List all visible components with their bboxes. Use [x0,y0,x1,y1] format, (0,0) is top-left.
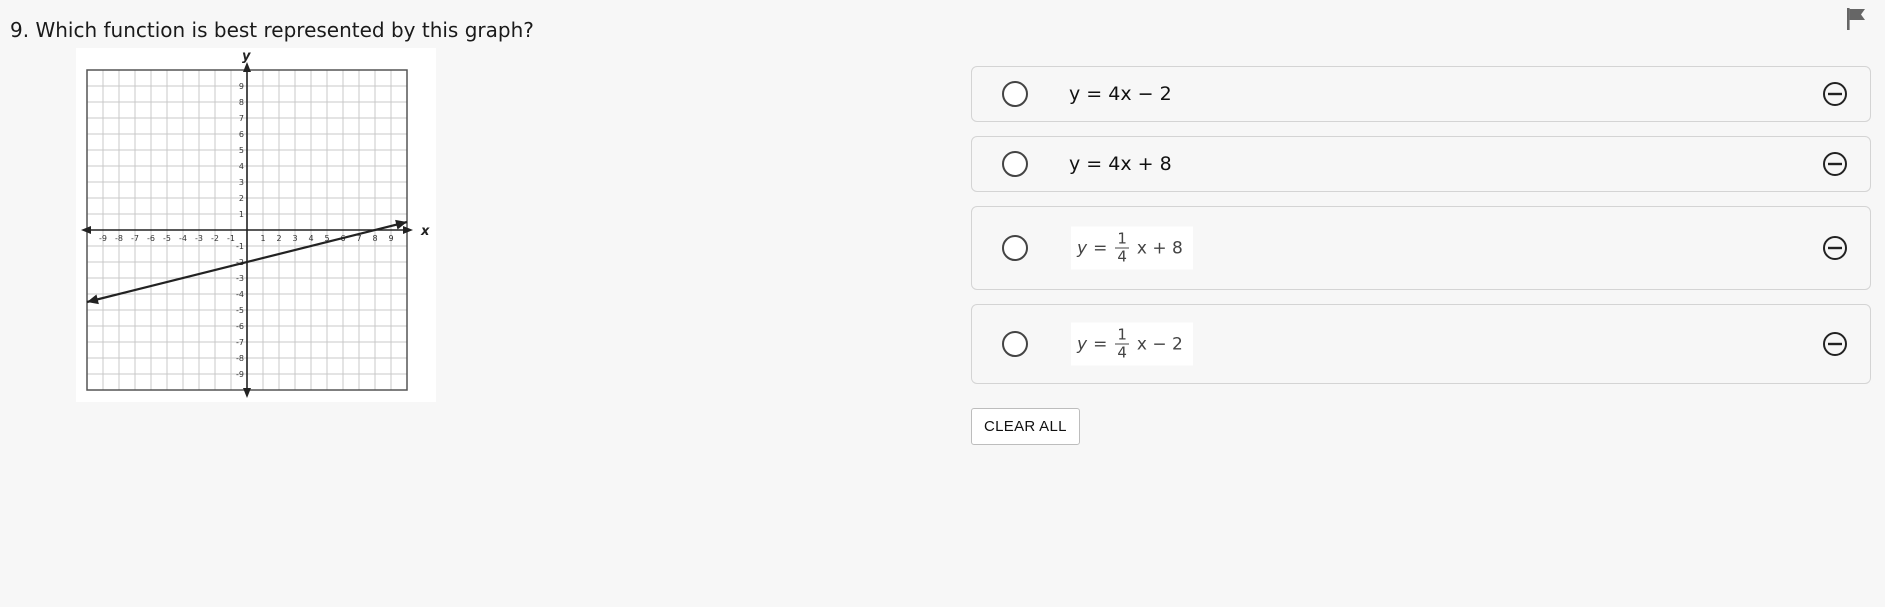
question-number: 9. [10,18,30,42]
answer-option-b-text: y = 4x + 8 [1069,153,1172,175]
y-tick-label: 5 [239,146,244,155]
y-tick-label: -5 [236,306,244,315]
equation-equals: = [1093,334,1108,354]
equation-equals: = [1093,238,1108,258]
flag-icon[interactable] [1844,6,1870,32]
y-tick-label: -1 [236,242,244,251]
fraction: 1 4 [1115,325,1129,362]
y-tick-label: 2 [239,194,244,203]
x-tick-label: 8 [372,234,377,243]
x-tick-label: -3 [195,234,203,243]
y-tick-label: 8 [239,98,244,107]
coordinate-graph: xy-9-8-7-6-5-4-3-2-1123456789987654321-1… [76,48,436,402]
clear-all-button[interactable]: CLEAR ALL [971,408,1080,445]
y-tick-label: 3 [239,178,244,187]
fraction-denominator: 4 [1117,247,1127,266]
y-tick-label: -8 [236,354,244,363]
eliminate-icon[interactable] [1822,81,1848,107]
y-tick-label: -4 [236,290,244,299]
y-tick-label: -9 [236,370,244,379]
x-tick-label: -4 [179,234,187,243]
answer-option-d[interactable]: y = 1 4 x − 2 [971,304,1871,384]
answer-option-d-equation: y = 1 4 x − 2 [1071,322,1193,366]
x-tick-label: 2 [276,234,281,243]
y-tick-label: -6 [236,322,244,331]
y-tick-label: 4 [239,162,244,171]
equation-rest: x − 2 [1136,334,1183,354]
x-tick-label: 1 [260,234,265,243]
graph-line-arrow-left [87,294,99,305]
answer-option-b[interactable]: y = 4x + 8 [971,136,1871,192]
x-axis-arrow-right [403,226,413,234]
x-tick-label: -5 [163,234,171,243]
x-tick-label: -7 [131,234,139,243]
y-tick-label: 7 [239,114,244,123]
equation-rest: x + 8 [1136,238,1183,258]
x-tick-label: -1 [227,234,235,243]
radio-button-icon[interactable] [1002,331,1028,357]
x-tick-label: 4 [308,234,313,243]
fraction-denominator: 4 [1117,343,1127,362]
question-text: 9. Which function is best represented by… [10,18,534,42]
y-tick-label: 1 [239,210,244,219]
x-axis-arrow-left [81,226,91,234]
eliminate-icon[interactable] [1822,235,1848,261]
fraction: 1 4 [1115,229,1129,266]
y-tick-label: -7 [236,338,244,347]
y-tick-label: 9 [239,82,244,91]
question-prompt: Which function is best represented by th… [35,18,534,42]
radio-button-icon[interactable] [1002,151,1028,177]
answer-option-c[interactable]: y = 1 4 x + 8 [971,206,1871,290]
eliminate-icon[interactable] [1822,151,1848,177]
coordinate-graph-svg: xy-9-8-7-6-5-4-3-2-1123456789987654321-1… [81,49,430,398]
y-axis-label: y [242,49,251,64]
x-tick-label: -6 [147,234,155,243]
fraction-numerator: 1 [1115,229,1129,249]
equation-lhs: y [1077,334,1088,354]
x-tick-label: -9 [99,234,107,243]
x-tick-label: -2 [211,234,219,243]
y-tick-label: 6 [239,130,244,139]
x-tick-label: 3 [292,234,297,243]
answer-option-a[interactable]: y = 4x − 2 [971,66,1871,122]
x-axis-label: x [420,224,430,239]
x-tick-label: 9 [388,234,393,243]
x-tick-label: -8 [115,234,123,243]
eliminate-icon[interactable] [1822,331,1848,357]
answer-option-c-equation: y = 1 4 x + 8 [1071,226,1193,270]
equation-lhs: y [1077,238,1088,258]
radio-button-icon[interactable] [1002,81,1028,107]
answer-option-a-text: y = 4x − 2 [1069,83,1172,105]
answer-options: y = 4x − 2 y = 4x + 8 y = 1 4 x + 8 y = … [971,66,1871,445]
y-tick-label: -3 [236,274,244,283]
fraction-numerator: 1 [1115,325,1129,345]
y-axis-arrow-down [243,388,251,398]
radio-button-icon[interactable] [1002,235,1028,261]
